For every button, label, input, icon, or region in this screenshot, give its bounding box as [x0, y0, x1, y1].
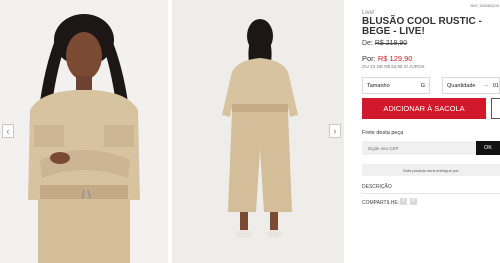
gallery-next-button[interactable]: › [329, 124, 341, 138]
size-label: Tamanho [367, 82, 390, 89]
current-price-label: Por: [362, 54, 376, 63]
product-info-panel: Ref: 153065100 Live! BLUSÃO COOL RUSTIC … [362, 0, 500, 263]
gallery-prev-button[interactable]: ‹ [2, 124, 14, 138]
old-price-value: R$ 219,90 [374, 40, 408, 47]
cep-input[interactable] [362, 141, 476, 155]
shipping-label: Frete desta peça [362, 130, 404, 136]
description-toggle[interactable]: DESCRIÇÃO [362, 184, 392, 190]
pinterest-icon[interactable]: P [410, 198, 417, 205]
product-reference: Ref: 153065100 [470, 3, 499, 8]
current-price-value: R$ 129,90 [377, 54, 413, 63]
installments-info: OU 2X DE R$ 64,95 S/ JUROS [362, 64, 425, 69]
size-select[interactable]: Tamanho G [362, 77, 430, 94]
product-photo-back[interactable] [172, 0, 344, 263]
size-value: G [420, 82, 425, 89]
old-price: De: R$ 219,90 [362, 40, 407, 47]
add-to-bag-button[interactable]: ADICIONAR À SACOLA [362, 98, 486, 119]
old-price-label: De: [362, 40, 373, 47]
quantity-controls: − 01 [485, 83, 499, 89]
model-front-image [0, 0, 168, 263]
wishlist-button[interactable] [491, 98, 500, 119]
quantity-decrease-button[interactable]: − [485, 83, 488, 89]
divider [362, 193, 500, 194]
product-gallery: ‹ › [0, 0, 345, 263]
share-label: COMPARTILHE: [362, 200, 400, 206]
quantity-value[interactable]: 01 [493, 83, 499, 89]
cep-submit-button[interactable]: OK [476, 141, 500, 155]
current-price: Por: R$ 129,90 [362, 54, 412, 63]
facebook-icon[interactable]: f [400, 198, 407, 205]
model-back-image [172, 0, 344, 263]
quantity-stepper: Quantidade − 01 [442, 77, 500, 94]
quantity-label: Quantidade [447, 82, 476, 89]
product-photo-front[interactable] [0, 0, 168, 263]
product-title: BLUSÃO COOL RUSTIC - BEGE - LIVE! [362, 16, 482, 37]
delivery-note: Este produto será entregue por [362, 164, 500, 176]
